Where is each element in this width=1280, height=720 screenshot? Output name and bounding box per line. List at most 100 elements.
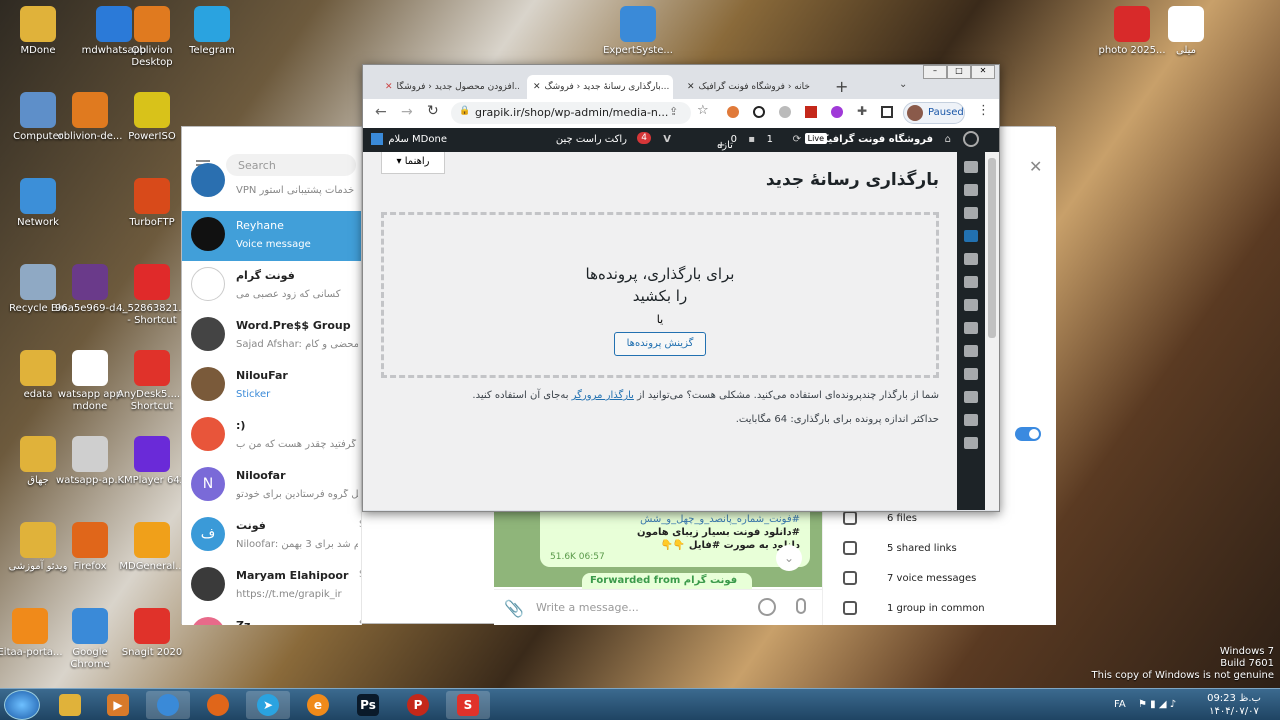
chat-item[interactable]: فونت گرام کسانی که زود عصبی می xyxy=(182,261,361,311)
desktop-icon[interactable]: Snagit 2020 xyxy=(114,608,190,659)
wp-menu-icon[interactable] xyxy=(964,299,978,311)
taskbar-photoshop[interactable]: Ps xyxy=(346,691,390,719)
yoast-icon[interactable]: V xyxy=(663,134,671,145)
tab-media-new[interactable]: ✕ بارگذاری رسانهٔ جدید ‹ فروشگ... xyxy=(527,75,673,99)
notifications-toggle[interactable] xyxy=(1015,427,1041,441)
desktop-icon[interactable]: MDone xyxy=(0,6,76,57)
language-indicator[interactable]: FA xyxy=(1114,699,1126,710)
wp-menu-icon[interactable] xyxy=(964,161,978,173)
wp-menu-icon[interactable] xyxy=(964,437,978,449)
new-tab-button[interactable]: + xyxy=(835,77,848,96)
message-bubble[interactable]: #فونت_شماره_پانصد_و_چهل_و_شش #دانلود فون… xyxy=(540,511,810,567)
extension-icon[interactable] xyxy=(779,106,791,118)
tab-home[interactable]: ✕ خانه ‹ فروشگاه فونت گرافیک xyxy=(681,75,821,99)
desktop-icon[interactable]: ExpertSyste... xyxy=(600,6,676,57)
maximize-button[interactable]: □ xyxy=(947,65,971,79)
wp-menu-icon[interactable] xyxy=(964,322,978,334)
desktop-icon[interactable]: Network xyxy=(0,178,76,229)
chat-item[interactable]: Reyhane Voice message xyxy=(182,211,361,261)
emoji-icon[interactable] xyxy=(758,598,776,616)
taskbar-eitaa[interactable]: e xyxy=(296,691,340,719)
share-icon[interactable]: ⇪ xyxy=(669,105,678,118)
notification-badge[interactable]: 4 xyxy=(637,132,651,144)
wordpress-icon[interactable] xyxy=(963,131,979,147)
info-row[interactable]: 6 files xyxy=(843,511,1043,531)
close-button[interactable]: ✕ xyxy=(971,65,995,79)
chat-item[interactable]: N Niloofar داخل گروه فرستادین برای خودتو xyxy=(182,461,361,511)
rocket-link[interactable]: راکت راست چین xyxy=(556,134,627,145)
wp-menu-icon[interactable] xyxy=(964,253,978,265)
taskbar-explorer[interactable] xyxy=(48,691,92,719)
wp-menu-icon[interactable] xyxy=(964,391,978,403)
more-menu-icon[interactable]: ⋮ xyxy=(977,103,990,118)
extension-icon[interactable] xyxy=(805,106,817,118)
desktop-icon[interactable]: KMPlayer 64X xyxy=(114,436,190,487)
bookmark-star-icon[interactable]: ☆ xyxy=(697,103,709,118)
wp-menu-icon[interactable] xyxy=(964,368,978,380)
taskbar-telegram[interactable]: ➤ xyxy=(246,691,290,719)
mic-icon[interactable] xyxy=(796,598,806,614)
tab-list-button[interactable]: ⌄ xyxy=(899,79,907,90)
desktop-icon[interactable]: Telegram xyxy=(174,6,250,57)
puzzle-icon[interactable]: ✚ xyxy=(857,104,867,118)
taskbar-app[interactable]: P xyxy=(396,691,440,719)
tab-add-product[interactable]: ✕افزودن محصول جدید ‹ فروشگا... xyxy=(379,75,519,99)
help-button[interactable]: راهنما ▾ xyxy=(381,152,445,174)
wp-menu-icon[interactable] xyxy=(964,414,978,426)
taskbar-media[interactable]: ▶ xyxy=(96,691,140,719)
sidepanel-icon[interactable] xyxy=(881,106,893,118)
address-bar[interactable]: 🔒 grapik.ir/shop/wp-admin/media-n... xyxy=(451,102,691,124)
max-size-note: حداکثر اندازه پرونده برای بارگذاری: 64 م… xyxy=(735,414,939,425)
taskbar-snagit[interactable]: S xyxy=(446,691,490,719)
desktop-icon[interactable]: PowerISO xyxy=(114,92,190,143)
reload-button[interactable]: ↻ xyxy=(427,103,439,119)
wp-menu-icon[interactable] xyxy=(964,184,978,196)
clock[interactable]: 09:23 ب.ظ ۱۴۰۴/۰۷/۰۷ xyxy=(1204,692,1264,718)
desktop-icon[interactable]: 4_52863821... - Shortcut xyxy=(114,264,190,327)
updates-icon[interactable]: ⟳ xyxy=(793,134,801,145)
info-row[interactable]: 7 voice messages xyxy=(843,571,1043,591)
wp-menu-icon[interactable] xyxy=(964,230,978,242)
extension-icon[interactable] xyxy=(727,106,739,118)
drop-zone[interactable]: برای بارگذاری، پرونده‌ها را بکشید یا گزی… xyxy=(381,212,939,378)
site-name-link[interactable]: فروشگاه فونت گرافیک xyxy=(818,134,933,145)
extension-icon[interactable] xyxy=(831,106,843,118)
chat-item[interactable]: Zz Sun xyxy=(182,611,361,625)
start-button[interactable] xyxy=(4,690,40,720)
account-link[interactable]: سلام MDone xyxy=(388,134,447,145)
forwarded-bubble[interactable]: Forwarded from فونت گرام xyxy=(582,573,752,589)
info-row[interactable]: 1 group in common xyxy=(843,601,1043,621)
attach-icon[interactable]: 📎 xyxy=(504,599,524,618)
chat-item[interactable]: VPN خدمات پشتیبانی استور xyxy=(182,157,361,207)
close-icon[interactable]: ✕ xyxy=(1029,157,1042,176)
home-icon[interactable]: ⌂ xyxy=(945,134,951,145)
scrollbar[interactable] xyxy=(985,152,999,510)
chat-item[interactable]: Maryam Elahipoor https://t.me/grapik_ir Su… xyxy=(182,561,361,611)
chat-item[interactable]: :) فر گرفتید چقدر هست که من ب xyxy=(182,411,361,461)
extension-icon[interactable] xyxy=(753,106,765,118)
forward-button[interactable]: → xyxy=(401,104,413,120)
desktop-icon[interactable]: MDGeneral... xyxy=(114,522,190,573)
firefox-icon xyxy=(207,694,229,716)
wp-menu-icon[interactable] xyxy=(964,207,978,219)
taskbar-chrome[interactable] xyxy=(146,691,190,719)
back-button[interactable]: ← xyxy=(375,104,387,120)
desktop-icon[interactable]: AnyDesk5.... - Shortcut xyxy=(114,350,190,413)
comments-icon[interactable]: ▪ xyxy=(748,134,755,145)
desktop-icon[interactable]: TurboFTP xyxy=(114,178,190,229)
info-row[interactable]: 5 shared links xyxy=(843,541,1043,561)
desktop-icon[interactable]: میلی xyxy=(1148,6,1224,57)
chat-item[interactable]: NilouFar Sticker xyxy=(182,361,361,411)
select-files-button[interactable]: گزینش پرونده‌ها xyxy=(614,332,706,356)
chat-item[interactable]: Word.Pre$$ Group Sajad Afshar: محضی و کام xyxy=(182,311,361,361)
browser-uploader-link[interactable]: بارگذار مرورگر xyxy=(572,390,634,401)
minimize-button[interactable]: – xyxy=(923,65,947,79)
tray-icons[interactable]: ⚑ ▮ ◢ ♪ xyxy=(1138,699,1198,711)
taskbar-firefox[interactable] xyxy=(196,691,240,719)
scroll-down-button[interactable]: ⌄ xyxy=(776,545,802,571)
wp-menu-icon[interactable] xyxy=(964,276,978,288)
profile-button[interactable]: Paused xyxy=(903,102,965,124)
wp-menu-icon[interactable] xyxy=(964,345,978,357)
message-input[interactable]: Write a message... xyxy=(536,601,639,614)
chat-item[interactable]: ف فونت Niloofar: تمام شد برای 3 بهمن Sun xyxy=(182,511,361,561)
